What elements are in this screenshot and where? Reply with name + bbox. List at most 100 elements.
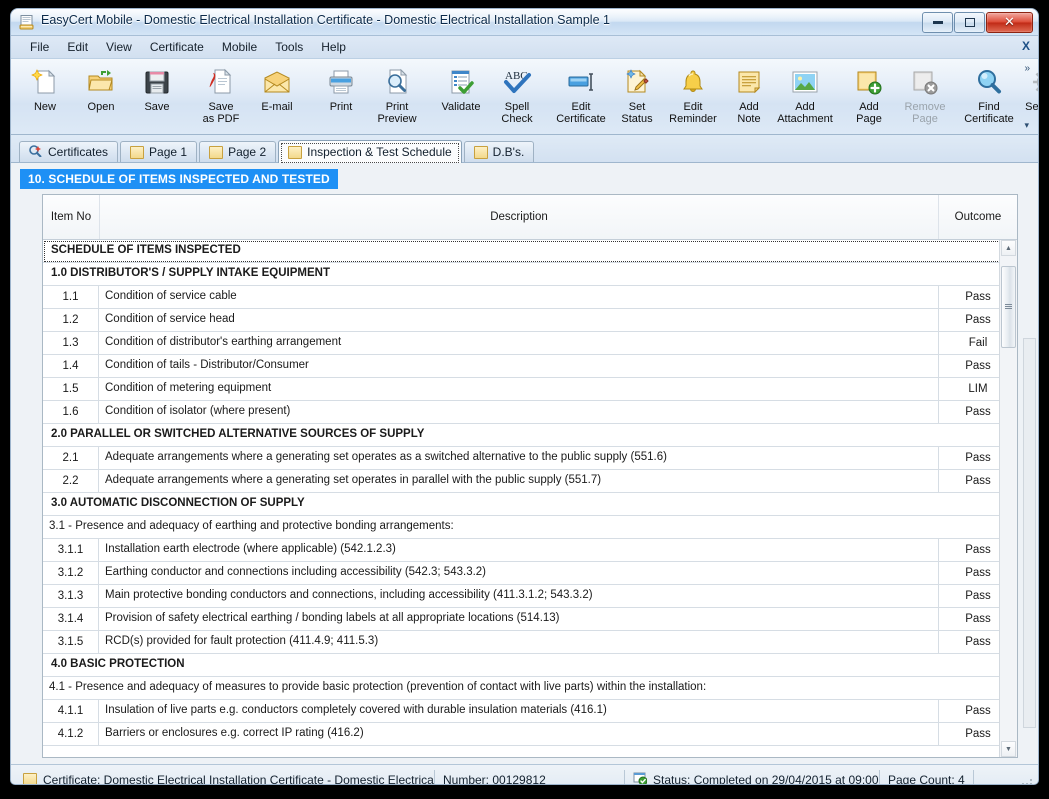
grid-rows: SCHEDULE OF ITEMS INSPECTED 1.0 DISTRIBUT… bbox=[43, 240, 1017, 746]
table-row[interactable]: 3.1.1 Installation earth electrode (where… bbox=[43, 539, 1017, 562]
set-status-button[interactable]: Set Status bbox=[609, 62, 665, 132]
table-row[interactable]: 3.1.3 Main protective bonding conductors … bbox=[43, 585, 1017, 608]
table-row[interactable]: 3.1.4 Provision of safety electrical eart… bbox=[43, 608, 1017, 631]
save-as-pdf-button[interactable]: Save as PDF bbox=[193, 62, 249, 132]
note-icon bbox=[735, 65, 763, 99]
cell-description: Condition of service head bbox=[99, 309, 939, 331]
page-icon bbox=[473, 145, 488, 159]
status-bar: Certificate: Domestic Electrical Install… bbox=[11, 764, 1038, 784]
ribbon-overflow-icon[interactable]: ▾ bbox=[1024, 120, 1029, 131]
tab-certificates[interactable]: Certificates bbox=[19, 141, 119, 162]
table-row[interactable]: 1.1 Condition of service cable Pass bbox=[43, 286, 1017, 309]
menu-file[interactable]: File bbox=[21, 37, 58, 57]
menu-tools[interactable]: Tools bbox=[266, 37, 312, 57]
table-row[interactable]: 4.1.2 Barriers or enclosures e.g. correct… bbox=[43, 723, 1017, 746]
scrollbar-grip-icon bbox=[1005, 303, 1012, 311]
add-page-button[interactable]: Add Page bbox=[841, 62, 897, 132]
status-certificate-cell: Certificate: Domestic Electrical Install… bbox=[15, 769, 435, 784]
menu-edit[interactable]: Edit bbox=[58, 37, 97, 57]
tab-dbs[interactable]: D.B's. bbox=[463, 141, 535, 162]
inspection-schedule-grid: Item No Description Outcome SCHEDULE OF … bbox=[42, 194, 1018, 758]
tab-page-1[interactable]: Page 1 bbox=[120, 141, 198, 162]
menu-certificate[interactable]: Certificate bbox=[141, 37, 213, 57]
menu-view[interactable]: View bbox=[97, 37, 141, 57]
validate-button[interactable]: Validate bbox=[433, 62, 489, 132]
cell-item-no: 1.2 bbox=[43, 309, 99, 331]
cell-description: Barriers or enclosures e.g. correct IP r… bbox=[99, 723, 939, 745]
window-controls: ✕ bbox=[922, 12, 1033, 33]
gear-icon bbox=[1031, 65, 1038, 99]
table-row[interactable]: 2.1 Adequate arrangements where a generat… bbox=[43, 447, 1017, 470]
edit-reminder-button[interactable]: Edit Reminder bbox=[665, 62, 721, 132]
printer-icon bbox=[326, 65, 356, 99]
page-icon bbox=[130, 145, 145, 159]
table-section-header-row[interactable]: 2.0 PARALLEL OR SWITCHED ALTERNATIVE SOU… bbox=[43, 424, 1017, 447]
close-document-button[interactable]: X bbox=[1022, 39, 1030, 53]
close-button[interactable]: ✕ bbox=[986, 12, 1033, 33]
table-row[interactable]: 4.1.1 Insulation of live parts e.g. condu… bbox=[43, 700, 1017, 723]
spell-check-icon: ABC bbox=[502, 65, 532, 99]
maximize-button[interactable] bbox=[954, 12, 985, 33]
new-button-label: New bbox=[33, 101, 56, 113]
find-certificate-button[interactable]: Find Certificate bbox=[961, 62, 1017, 132]
tab-certificates-label: Certificates bbox=[48, 145, 109, 159]
print-preview-button[interactable]: Print Preview bbox=[369, 62, 425, 132]
table-row[interactable]: 1.2 Condition of service head Pass bbox=[43, 309, 1017, 332]
spell-check-button[interactable]: ABC Spell Check bbox=[489, 62, 545, 132]
cell-item-no: 1.1 bbox=[43, 286, 99, 308]
table-row[interactable]: 3.1.5 RCD(s) provided for fault protectio… bbox=[43, 631, 1017, 654]
content-area: 10. SCHEDULE OF ITEMS INSPECTED AND TEST… bbox=[11, 163, 1038, 764]
menu-help[interactable]: Help bbox=[312, 37, 355, 57]
cell-item-no: 3.1.4 bbox=[43, 608, 99, 630]
scroll-down-arrow-icon[interactable]: ▼ bbox=[1001, 741, 1016, 757]
table-section-header-row[interactable]: 4.0 BASIC PROTECTION bbox=[43, 654, 1017, 677]
email-button[interactable]: E-mail bbox=[249, 62, 305, 132]
tab-page-2-label: Page 2 bbox=[228, 145, 267, 159]
set-status-icon bbox=[622, 65, 652, 99]
add-attachment-label: Add Attachment bbox=[777, 101, 833, 125]
remove-page-icon bbox=[911, 65, 939, 99]
cell-description: Condition of service cable bbox=[99, 286, 939, 308]
grid-vertical-scrollbar[interactable]: ▲ ▼ bbox=[999, 240, 1017, 757]
minimize-icon bbox=[932, 21, 943, 24]
table-row[interactable]: 1.4 Condition of tails - Distributor/Cons… bbox=[43, 355, 1017, 378]
new-button[interactable]: New bbox=[17, 62, 73, 132]
status-number-cell: Number: 00129812 bbox=[435, 769, 625, 784]
scrollbar-track[interactable] bbox=[1001, 256, 1016, 741]
table-section-header-row[interactable]: 3.0 AUTOMATIC DISCONNECTION OF SUPPLY bbox=[43, 493, 1017, 516]
scrollbar-thumb[interactable] bbox=[1001, 265, 1016, 349]
tab-page-2[interactable]: Page 2 bbox=[199, 141, 277, 162]
cell-item-no: 2.1 bbox=[43, 447, 99, 469]
ribbon-expand-icon[interactable]: » bbox=[1024, 63, 1030, 74]
table-row[interactable]: 3.1.2 Earthing conductor and connections … bbox=[43, 562, 1017, 585]
cell-description: Main protective bonding conductors and c… bbox=[99, 585, 939, 607]
print-button[interactable]: Print bbox=[313, 62, 369, 132]
toolbar: New Open Save Save as PDF E-mail Print P… bbox=[11, 59, 1038, 135]
minimize-button[interactable] bbox=[922, 12, 953, 33]
add-attachment-button[interactable]: Add Attachment bbox=[777, 62, 833, 132]
add-note-button[interactable]: Add Note bbox=[721, 62, 777, 132]
resize-grip-icon[interactable] bbox=[1020, 773, 1034, 784]
close-icon: ✕ bbox=[1004, 15, 1015, 30]
table-row[interactable]: 2.2 Adequate arrangements where a generat… bbox=[43, 470, 1017, 493]
scroll-up-arrow-icon[interactable]: ▲ bbox=[1001, 240, 1016, 256]
attachment-image-icon bbox=[790, 65, 820, 99]
table-row[interactable]: 1.5 Condition of metering equipment LIM bbox=[43, 378, 1017, 401]
table-section-header-row[interactable]: SCHEDULE OF ITEMS INSPECTED bbox=[43, 240, 1017, 263]
remove-page-button[interactable]: Remove Page bbox=[897, 62, 953, 132]
save-button[interactable]: Save bbox=[129, 62, 185, 132]
open-button[interactable]: Open bbox=[73, 62, 129, 132]
spell-check-label: Spell Check bbox=[501, 101, 533, 125]
table-row[interactable]: 1.3 Condition of distributor's earthing a… bbox=[43, 332, 1017, 355]
menu-mobile[interactable]: Mobile bbox=[213, 37, 266, 57]
validate-button-label: Validate bbox=[441, 101, 481, 113]
table-subheader-row[interactable]: 3.1 - Presence and adequacy of earthing … bbox=[43, 516, 1017, 539]
section-header-text: 2.0 PARALLEL OR SWITCHED ALTERNATIVE SOU… bbox=[51, 428, 425, 440]
page-vertical-scrollbar[interactable] bbox=[1023, 338, 1036, 728]
table-subheader-row[interactable]: 4.1 - Presence and adequacy of measures … bbox=[43, 677, 1017, 700]
table-row[interactable]: 1.6 Condition of isolator (where present)… bbox=[43, 401, 1017, 424]
save-button-label: Save bbox=[144, 101, 170, 113]
edit-certificate-button[interactable]: Edit Certificate bbox=[553, 62, 609, 132]
table-section-header-row[interactable]: 1.0 DISTRIBUTOR'S / SUPPLY INTAKE EQUIPM… bbox=[43, 263, 1017, 286]
tab-inspection-test-schedule[interactable]: Inspection & Test Schedule bbox=[278, 140, 462, 163]
